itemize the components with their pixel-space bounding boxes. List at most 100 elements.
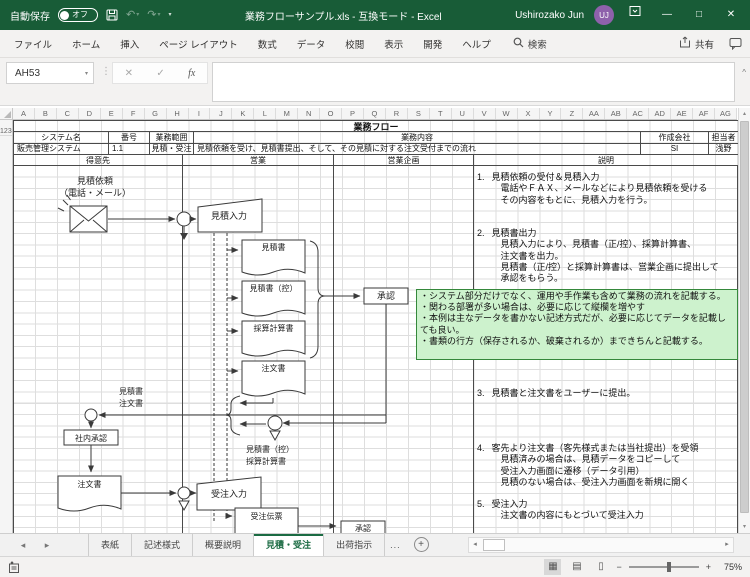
column-header[interactable]: AA xyxy=(583,108,605,119)
flow-doc-order[interactable]: 注文書 xyxy=(58,476,121,511)
share-button[interactable]: 共有 xyxy=(679,36,714,51)
note-box[interactable]: ・システム部分だけでなく、運用や手作業も含めて業務の流れを記載する。 ・関わる部… xyxy=(416,289,738,360)
field-value[interactable]: 浅野 xyxy=(709,144,739,155)
formula-input[interactable] xyxy=(212,62,735,102)
enter-icon[interactable]: ✓ xyxy=(156,68,164,79)
column-header[interactable]: A xyxy=(13,108,35,119)
field-label[interactable]: 業務範囲 xyxy=(150,132,194,143)
flow-doc-purchase-order[interactable]: 注文書 xyxy=(242,361,305,396)
ribbon-tab[interactable]: 挿入 xyxy=(110,30,149,57)
field-label[interactable]: 番号 xyxy=(109,132,150,143)
column-header[interactable]: S xyxy=(408,108,430,119)
user-name[interactable]: Ushirozako Jun xyxy=(515,10,584,21)
flow-doc-profit-calc[interactable]: 採算計算書 xyxy=(242,321,305,356)
column-header[interactable]: AB xyxy=(605,108,627,119)
flow-connector-node[interactable] xyxy=(268,416,282,430)
horizontal-scrollbar[interactable]: ◂ ▸ xyxy=(468,537,734,553)
vertical-scrollbar-thumb[interactable] xyxy=(740,121,749,513)
mail-icon[interactable] xyxy=(58,195,107,232)
customize-quick-access-icon[interactable]: ▾ xyxy=(168,0,171,30)
field-value[interactable]: 販売管理システム xyxy=(14,144,109,155)
column-header[interactable]: E xyxy=(101,108,123,119)
flow-estimate-input-box[interactable]: 見積入力 xyxy=(198,199,262,232)
column-header[interactable]: D xyxy=(79,108,101,119)
close-button[interactable]: ✕ xyxy=(720,0,742,30)
column-header[interactable]: AD xyxy=(649,108,671,119)
sheet-tab-cover[interactable]: 表紙 xyxy=(89,534,132,556)
column-header[interactable]: B xyxy=(35,108,57,119)
view-normal-icon[interactable]: ▦ xyxy=(544,559,561,575)
comment-icon[interactable] xyxy=(729,37,742,50)
cancel-icon[interactable]: ✕ xyxy=(125,68,133,79)
sheet-tab-overview[interactable]: 概要説明 xyxy=(193,534,254,556)
column-header[interactable]: W xyxy=(496,108,518,119)
scroll-left-icon[interactable]: ◂ xyxy=(469,538,481,552)
zoom-out-icon[interactable]: − xyxy=(616,562,621,572)
flow-doc-order-slip[interactable]: 受注伝票 xyxy=(235,508,298,533)
vertical-scrollbar[interactable]: ▴ ▾ xyxy=(738,108,750,533)
flow-connector-node[interactable] xyxy=(178,487,190,499)
lane-header[interactable]: 説明 xyxy=(474,155,739,166)
undo-icon[interactable]: ↶▾ xyxy=(126,0,139,30)
namebox-dropdown-icon[interactable]: ▾ xyxy=(85,70,88,77)
column-header[interactable]: X xyxy=(518,108,540,119)
scroll-down-icon[interactable]: ▾ xyxy=(739,521,750,533)
flow-doc-estimate-copy[interactable]: 見積書（控） xyxy=(242,281,305,316)
sheet-nav-left-icon[interactable]: ◂ xyxy=(14,534,32,556)
flow-approval-box[interactable]: 承認 xyxy=(364,288,408,304)
column-header[interactable]: T xyxy=(430,108,452,119)
flow-connector-node[interactable] xyxy=(177,212,191,226)
flow-approval2-box[interactable]: 承認 xyxy=(341,521,385,533)
sheet-nav-right-icon[interactable]: ▸ xyxy=(38,534,56,556)
add-sheet-icon[interactable]: + xyxy=(414,537,429,552)
horizontal-scrollbar-thumb[interactable] xyxy=(483,539,505,551)
field-label[interactable]: システム名 xyxy=(14,132,109,143)
insert-function-icon[interactable]: fx xyxy=(188,68,195,79)
sheet-tab-shipping[interactable]: 出荷指示 xyxy=(324,534,385,556)
flow-internal-approval-box[interactable]: 社内承認 xyxy=(64,430,118,445)
column-header[interactable]: V xyxy=(474,108,496,119)
minimize-button[interactable]: — xyxy=(656,0,678,30)
column-header[interactable]: F xyxy=(123,108,145,119)
field-value[interactable]: 1.1 xyxy=(109,144,150,155)
field-value[interactable]: SI xyxy=(641,144,709,155)
column-header[interactable]: C xyxy=(57,108,79,119)
column-header[interactable]: AF xyxy=(693,108,715,119)
ribbon-tab[interactable]: データ xyxy=(287,30,336,57)
ribbon-tab[interactable]: ホーム xyxy=(62,30,110,57)
column-header[interactable]: J xyxy=(210,108,232,119)
field-label[interactable]: 担当者 xyxy=(709,132,739,143)
flow-doc-estimate[interactable]: 見積書 xyxy=(242,240,305,275)
ribbon-tab[interactable]: 開発 xyxy=(413,30,452,57)
flow-order-input-box[interactable]: 受注入力 xyxy=(197,477,261,510)
field-label[interactable]: 作成会社 xyxy=(641,132,709,143)
column-header[interactable]: K xyxy=(232,108,254,119)
sheet-tab-estimate-order[interactable]: 見積・受注 xyxy=(254,534,324,556)
status-indicator-icon[interactable] xyxy=(8,561,21,577)
column-header[interactable]: U xyxy=(452,108,474,119)
column-header[interactable]: M xyxy=(276,108,298,119)
ribbon-tab[interactable]: ヘルプ xyxy=(452,30,501,57)
ribbon-tab[interactable]: 表示 xyxy=(374,30,413,57)
sheet-tab-format[interactable]: 記述様式 xyxy=(132,534,193,556)
autosave-toggle[interactable]: オフ xyxy=(58,8,98,22)
flow-title-cell[interactable]: 業務フロー xyxy=(14,121,739,132)
avatar[interactable]: UJ xyxy=(594,5,614,25)
redo-icon[interactable]: ↷▾ xyxy=(147,0,160,30)
zoom-slider-thumb[interactable] xyxy=(667,562,671,572)
view-page-break-icon[interactable]: ▯ xyxy=(592,559,609,575)
name-box[interactable]: AH53 ▾ xyxy=(6,62,94,84)
column-header[interactable]: L xyxy=(254,108,276,119)
scroll-up-icon[interactable]: ▴ xyxy=(739,108,750,120)
collapse-formula-bar-icon[interactable]: ^ xyxy=(742,68,746,77)
save-icon[interactable] xyxy=(106,9,118,21)
maximize-button[interactable]: □ xyxy=(688,0,710,30)
ribbon-tab[interactable]: ページ レイアウト xyxy=(149,30,247,57)
view-page-layout-icon[interactable]: ▤ xyxy=(568,559,585,575)
column-header[interactable]: R xyxy=(386,108,408,119)
column-header[interactable]: AG xyxy=(715,108,737,119)
ribbon-tab[interactable]: 校閲 xyxy=(335,30,374,57)
field-value[interactable]: 見積依頼を受け、見積書提出、そして、その見積に対する注文受付までの流れ xyxy=(194,144,641,155)
zoom-slider[interactable] xyxy=(629,566,699,568)
ribbon-tab[interactable]: ファイル xyxy=(4,30,62,57)
